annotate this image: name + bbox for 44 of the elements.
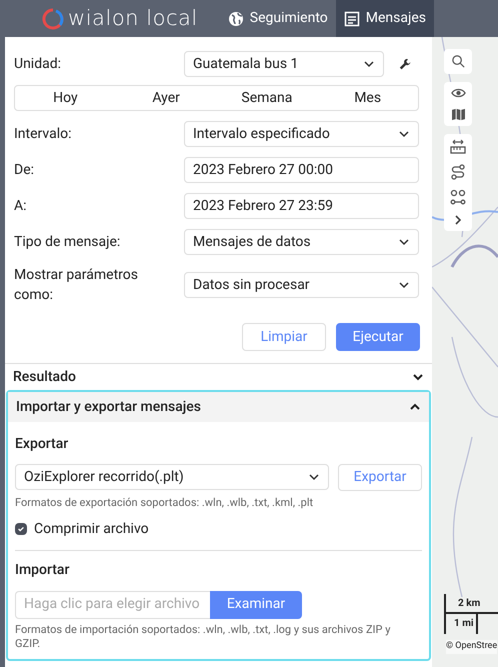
dropdown[interactable]: Guatemala bus 1 bbox=[184, 51, 384, 77]
dropdown[interactable]: Datos sin procesar bbox=[184, 272, 419, 298]
nav-tab[interactable]: Seguimiento bbox=[220, 0, 336, 37]
checkbox-label: Comprimir archivo bbox=[34, 520, 149, 538]
search-icon[interactable] bbox=[450, 54, 466, 69]
route-icon[interactable] bbox=[450, 164, 466, 180]
date-input[interactable]: 2023 Febrero 27 23:59 bbox=[184, 193, 419, 219]
checkbox[interactable] bbox=[15, 523, 27, 535]
field-label: Intervalo: bbox=[14, 125, 72, 144]
wrench-icon[interactable] bbox=[399, 58, 412, 70]
subsection-title: Exportar bbox=[15, 435, 70, 454]
attribution-text: © OpenStree bbox=[446, 640, 498, 654]
field-label: Tipo de mensaje: bbox=[14, 233, 122, 252]
dropdown[interactable]: Mensajes de datos bbox=[184, 229, 419, 255]
field-label: A: bbox=[14, 197, 28, 216]
chevron-right-icon[interactable] bbox=[453, 214, 463, 226]
period-tab[interactable]: Hoy bbox=[15, 86, 116, 110]
section-header[interactable]: Importar y exportar mensajes bbox=[8, 392, 429, 422]
date-input[interactable]: 2023 Febrero 27 00:00 bbox=[184, 157, 419, 183]
pins-icon[interactable] bbox=[450, 189, 466, 205]
ruler-icon[interactable] bbox=[450, 139, 466, 155]
map-icon[interactable] bbox=[450, 108, 466, 121]
eye-icon[interactable] bbox=[450, 87, 466, 99]
checkmark-icon bbox=[17, 525, 25, 533]
logo-text: wialon local bbox=[68, 4, 198, 32]
field-label: De: bbox=[14, 161, 36, 180]
field-label: Mostrar parámetros como: bbox=[14, 266, 139, 305]
period-tab[interactable]: Ayer bbox=[116, 86, 216, 110]
subsection-title: Importar bbox=[15, 560, 70, 580]
globe-icon bbox=[228, 10, 244, 26]
period-tab[interactable]: Semana bbox=[216, 86, 318, 110]
period-tab[interactable]: Mes bbox=[317, 86, 418, 110]
dropdown[interactable]: OziExplorer recorrido(.plt) bbox=[15, 464, 329, 490]
nav-tab[interactable]: Mensajes bbox=[336, 0, 434, 37]
section-header[interactable]: Resultado bbox=[5, 364, 432, 390]
hint-text: Formatos de exportación soportados: .wln, .wlb, .txt, .kml, .plt bbox=[15, 495, 314, 511]
file-input[interactable]: Haga clic para elegir archivo bbox=[15, 590, 210, 618]
logo-icon bbox=[42, 8, 64, 30]
field-label: Unidad: bbox=[14, 54, 62, 74]
scale-bar: 1 mi bbox=[444, 614, 478, 634]
hint-text: Formatos de importación soportados: .wln, .wlb, .txt, .log y sus archivos ZIP y GZIP. bbox=[15, 622, 392, 650]
document-icon bbox=[344, 10, 360, 26]
scale-bar: 2 km bbox=[444, 594, 498, 614]
dropdown[interactable]: Intervalo especificado bbox=[184, 121, 419, 147]
